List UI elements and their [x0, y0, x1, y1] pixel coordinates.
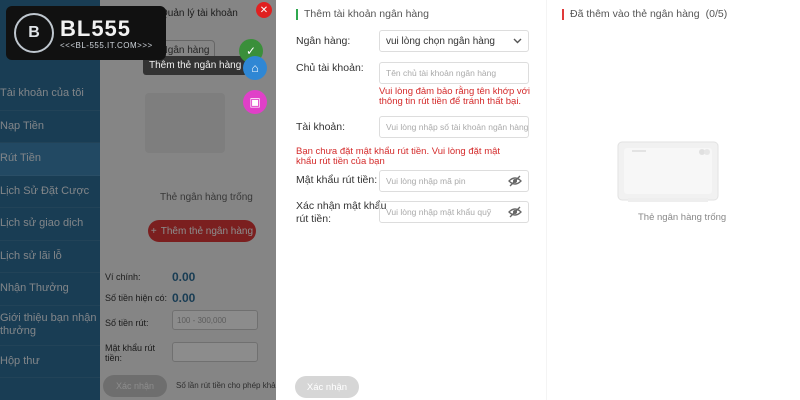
section-marker: [296, 8, 298, 20]
bank-select-value: vui lòng chọn ngân hàng: [386, 35, 495, 47]
confirm-password-label-line: rút tiền:: [296, 213, 332, 225]
confirm-password-placeholder: Vui lòng nhập mật khẩu quỹ: [386, 207, 492, 217]
form-title: Thêm tài khoản ngân hàng: [296, 8, 429, 20]
eye-off-icon[interactable]: [508, 175, 522, 187]
account-input[interactable]: Vui lòng nhập số tài khoản ngân hàng: [379, 116, 529, 138]
logo: B BL555 <<<BL-555.IT.COM>>>: [6, 6, 166, 60]
account-label: Tài khoản:: [296, 121, 346, 133]
eye-off-icon[interactable]: [508, 206, 522, 218]
bank-label: Ngân hàng:: [296, 35, 351, 47]
close-icon[interactable]: ✕: [256, 2, 272, 18]
password-error-line: khẩu rút tiền của bạn: [296, 156, 385, 167]
added-title: Đã thêm vào thẻ ngân hàng (0/5): [562, 8, 727, 20]
added-count: (0/5): [705, 8, 728, 20]
confirm-password-label: Xác nhận mật khẩu rút tiền:: [296, 200, 386, 226]
column-divider: [546, 0, 547, 400]
confirm-password-label-line: Xác nhận mật khẩu: [296, 200, 387, 212]
holder-input[interactable]: Tên chủ tài khoản ngân hàng: [379, 62, 529, 84]
logo-text: BL555 <<<BL-555.IT.COM>>>: [60, 15, 153, 50]
holder-error-line: thông tin rút tiền để tránh thất bại.: [379, 96, 522, 107]
logo-url: <<<BL-555.IT.COM>>>: [60, 40, 153, 50]
empty-added-text: Thẻ ngân hàng trống: [638, 212, 727, 223]
confirm-button[interactable]: Xác nhận: [295, 376, 359, 398]
confirm-password-input[interactable]: Vui lòng nhập mật khẩu quỹ: [379, 201, 529, 223]
withdraw-password-label: Mật khẩu rút tiền:: [296, 174, 378, 186]
holder-error: Vui lòng đảm bảo rằng tên khớp với thông…: [379, 87, 530, 107]
bank-select[interactable]: vui lòng chọn ngân hàng: [379, 30, 529, 52]
added-title-text: Đã thêm vào thẻ ngân hàng: [570, 8, 700, 20]
withdraw-password-input[interactable]: Vui lòng nhập mã pin: [379, 170, 529, 192]
logo-name: BL555: [60, 15, 132, 41]
bank-icon[interactable]: ⌂: [243, 56, 267, 80]
section-marker: [562, 8, 564, 20]
password-error: Bạn chưa đặt mật khẩu rút tiền. Vui lòng…: [296, 147, 500, 167]
wallet-icon[interactable]: ▣: [243, 90, 267, 114]
empty-card-illustration: [608, 138, 728, 208]
withdraw-password-placeholder: Vui lòng nhập mã pin: [386, 176, 466, 186]
logo-mark: B: [14, 13, 54, 53]
holder-label: Chủ tài khoản:: [296, 62, 364, 74]
add-bank-modal: Thêm tài khoản ngân hàng Ngân hàng: vui …: [276, 0, 800, 400]
chevron-down-icon: [513, 36, 522, 47]
form-title-text: Thêm tài khoản ngân hàng: [304, 8, 429, 20]
